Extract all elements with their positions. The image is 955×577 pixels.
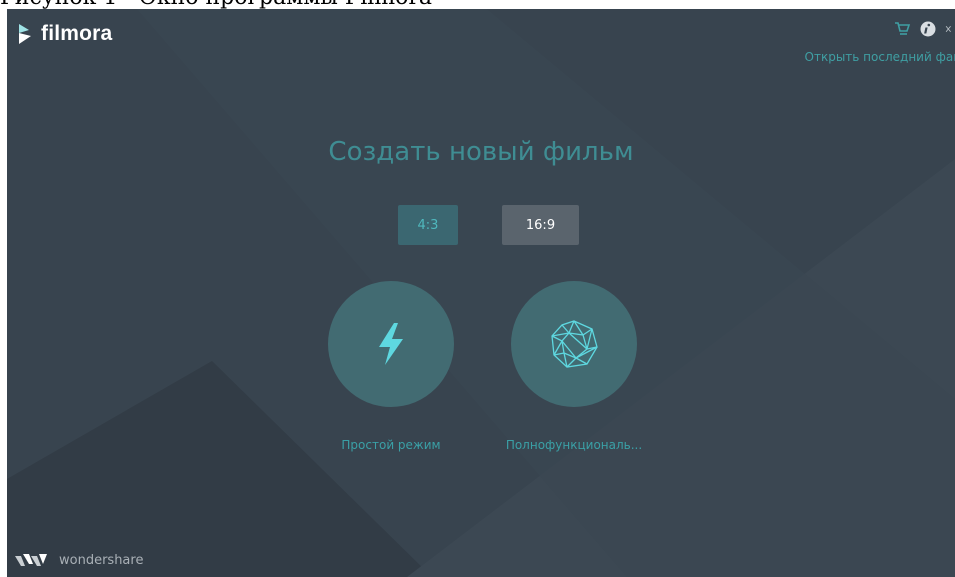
full-feature-mode-label[interactable]: Полнофункциональ... [491,438,657,452]
polyhedron-icon [551,320,598,368]
filmora-logo-icon [19,24,31,44]
wondershare-logo-icon [15,554,47,566]
app-brand: filmora [15,22,112,46]
brand-name: filmora [41,22,113,45]
open-last-file-link[interactable]: Открыть последний фай [805,50,955,64]
footer-brand: wondershare [15,552,143,568]
simple-mode-button[interactable] [328,281,454,407]
aspect-ratio-16-9-button[interactable]: 16:9 [502,205,579,245]
aspect-ratio-4-3-button[interactable]: 4:3 [398,205,458,245]
app-window: filmora Открыть последний фай Создать но… [7,9,955,577]
create-new-movie-title: Создать новый фильм [328,137,634,167]
top-right-toolbar [885,20,955,38]
footer-brand-name: wondershare [59,552,144,568]
background-shapes [7,9,955,577]
lightning-bolt-icon [379,323,403,365]
close-icon[interactable] [945,20,955,38]
cart-icon[interactable] [893,20,911,38]
full-feature-mode-button[interactable] [511,281,637,407]
simple-mode-label[interactable]: Простой режим [328,438,454,452]
info-icon[interactable] [919,20,937,38]
